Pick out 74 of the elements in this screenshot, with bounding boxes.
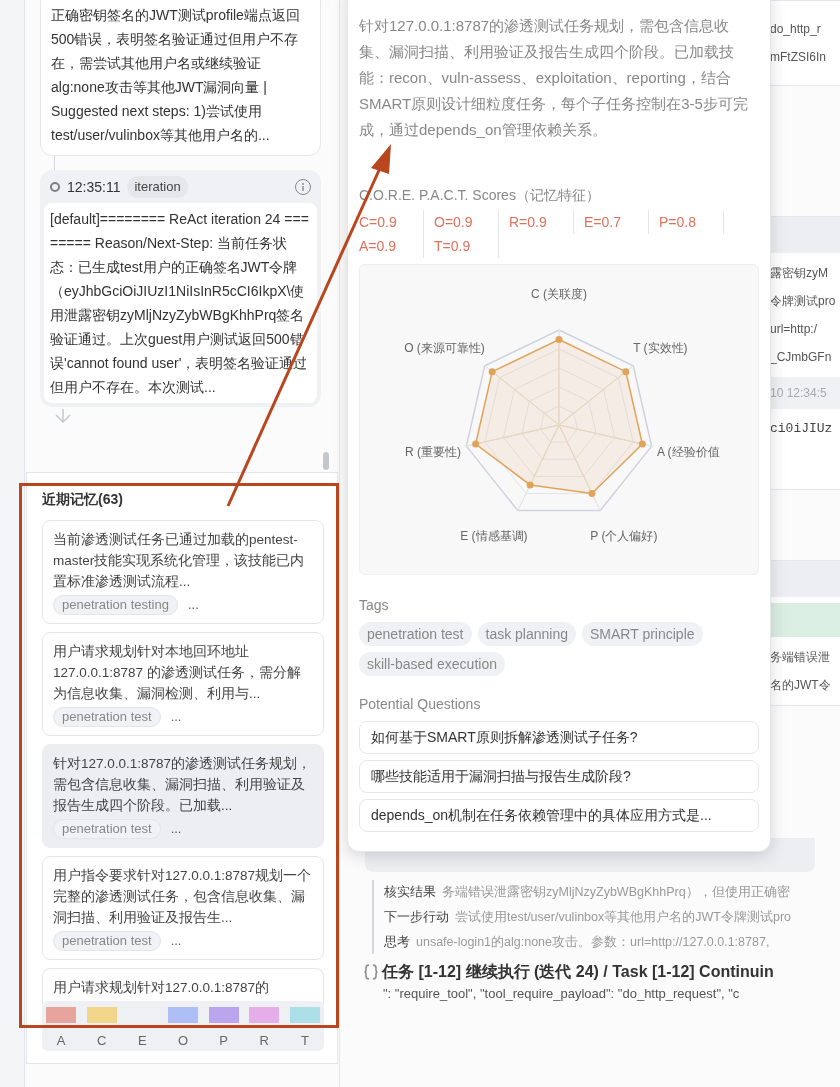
field-value: unsafe-login1的alg:none攻击。参数：url=http://127.0.0.1:8787,	[416, 934, 770, 951]
event-time: 12:35:11	[67, 177, 121, 197]
axis-label: O (来源可靠性)	[404, 341, 485, 356]
tag-chip: penetration test	[53, 707, 161, 727]
memory-summary: 当前渗透测试任务已通过加载的pentest-master技能实现系统化管理，该技能已内置标准渗透测试流程...	[53, 531, 306, 591]
tag-chip: skill-based execution	[359, 652, 505, 676]
axis-label: E (情感基调)	[460, 528, 528, 543]
event-type-tag: iteration	[127, 176, 188, 198]
tag-chip: penetration test	[359, 622, 472, 646]
field-value: 务端错误泄露密钥zyMljNzyZybWBgKhhPrq），但使用正确密	[442, 884, 790, 901]
legend-label: O	[177, 1032, 189, 1050]
tag-chip: penetration test	[53, 931, 161, 951]
memory-item[interactable]: 当前渗透测试任务已通过加载的pentest-master技能实现系统化管理，该技能已内置标准渗透测试流程... penetration testing ...	[42, 520, 324, 624]
more-tags-indicator: ...	[187, 596, 199, 615]
truncated-text: mFtZSI6In	[770, 49, 827, 66]
field-label: 思考	[384, 934, 410, 951]
legend-label: T	[300, 1032, 309, 1050]
question-item[interactable]: 如何基于SMART原则拆解渗透测试子任务?	[359, 721, 759, 754]
score-value: R=0.9	[509, 210, 574, 234]
truncated-text: url=http:/	[770, 321, 819, 338]
score-value: O=0.9	[434, 210, 499, 234]
axis-label: A (经验价值	[656, 445, 720, 460]
truncated-text: 露密钥zyM	[770, 265, 829, 282]
tag-chip: SMART principle	[582, 622, 703, 646]
tag-chip: penetration test	[53, 819, 161, 839]
code-text: ci0iJIUz	[769, 420, 834, 438]
memory-summary: 用户请求规划针对本地回环地址127.0.0.1:8787 的渗透测试任务，需分解为信息收集、漏洞检测、利用与...	[53, 643, 302, 703]
tag-chip: penetration testing	[53, 595, 178, 615]
more-tags-indicator: ...	[170, 932, 182, 951]
memory-item[interactable]: 针对127.0.0.1:8787的渗透测试任务规划，需包含信息收集、漏洞扫描、利用验证及报告生成四个阶段。已加载... penetration test ...	[42, 744, 324, 848]
truncated-text: 名的JWT令	[770, 677, 832, 694]
section-title: Tags	[359, 596, 390, 615]
axis-label: P (个人偏好)	[590, 528, 658, 543]
field-label: 核实结果	[384, 884, 436, 901]
scrollbar-thumb[interactable]	[323, 452, 329, 470]
legend-label: C	[96, 1032, 107, 1050]
timestamp: 10 12:34:5	[768, 377, 840, 409]
truncated-text: _CJmbGFn	[770, 349, 833, 366]
memory-description: 针对127.0.0.1:8787的渗透测试任务规划，需包含信息收集、漏洞扫描、利用验证及报告生成四个阶段。已加载技能：recon、vuln-assess、exploitation、reporting，结合SMART原则设计细粒度任务，每个子任务控制在3-5步可完成，通过depends_on管理依赖关系。	[359, 16, 749, 140]
axis-label: T (实效性)	[633, 341, 688, 356]
panel-title: 近期记忆(63)	[41, 490, 124, 509]
score-value: E=0.7	[584, 210, 649, 234]
more-tags-indicator: ...	[170, 820, 182, 839]
memory-summary: 用户指令要求针对127.0.0.1:8787规划一个完整的渗透测试任务，包含信息收集、漏洞扫描、利用验证及报告生...	[53, 867, 313, 927]
section-title: Potential Questions	[359, 695, 482, 714]
log-card: 正确密钥签名的JWT测试profile端点返回500错误，表明签名验证通过但用户不存在，需尝试其他用户名或继续验证alg:none攻击等其他JWT漏洞向量 | Suggested next steps: 1)尝试使用test/user/vulinbox等其他用户名的...	[40, 0, 321, 156]
score-value: T=0.9	[434, 234, 499, 258]
field-label: 下一步行动	[384, 909, 449, 926]
down-arrow-icon	[54, 409, 72, 423]
memory-item[interactable]: 用户指令要求针对127.0.0.1:8787规划一个完整的渗透测试任务，包含信息收集、漏洞扫描、利用验证及报告生... penetration test ...	[42, 856, 324, 960]
task-title: 任务 [1-12] 继续执行 (迭代 24) / Task [1-12] Continuin	[382, 962, 774, 982]
truncated-text: do_http_r	[770, 21, 822, 38]
memory-item[interactable]: 用户请求规划针对127.0.0.1:8787的	[42, 968, 324, 1004]
memory-summary: 用户请求规划针对127.0.0.1:8787的	[53, 979, 271, 997]
legend-label: P	[219, 1032, 228, 1050]
more-tags-indicator: ...	[170, 708, 182, 727]
question-item[interactable]: 哪些技能适用于漏洞扫描与报告生成阶段?	[359, 760, 759, 793]
legend-label: A	[56, 1032, 66, 1050]
braces-icon	[364, 964, 378, 980]
score-value: C=0.9	[359, 210, 424, 234]
legend-label: E	[137, 1032, 147, 1050]
axis-label: C (关联度)	[531, 287, 587, 301]
legend-label: R	[259, 1032, 269, 1050]
memory-item[interactable]: 用户请求规划针对本地回环地址127.0.0.1:8787 的渗透测试任务，需分解为信息收集、漏洞检测、利用与... penetration test ...	[42, 632, 324, 736]
field-value: 尝试使用test/user/vulinbox等其他用户名的JWT令牌测试pro	[455, 909, 792, 926]
score-value: A=0.9	[359, 234, 424, 258]
code-snippet: ": "require_tool", "tool_require_payload": "do_http_request", "c	[383, 985, 741, 1003]
truncated-text: 务端错误泄	[770, 649, 831, 666]
score-value: P=0.8	[659, 210, 724, 234]
truncated-text: 令牌测试pro	[770, 293, 837, 310]
tag-chip: task planning	[477, 622, 577, 646]
axis-label: R (重要性)	[405, 445, 462, 460]
memory-summary: 针对127.0.0.1:8787的渗透测试任务规划，需包含信息收集、漏洞扫描、利用验证及报告生成四个阶段。已加载...	[53, 755, 313, 815]
question-item[interactable]: depends_on机制在任务依赖管理中的具体应用方式是...	[359, 799, 759, 832]
